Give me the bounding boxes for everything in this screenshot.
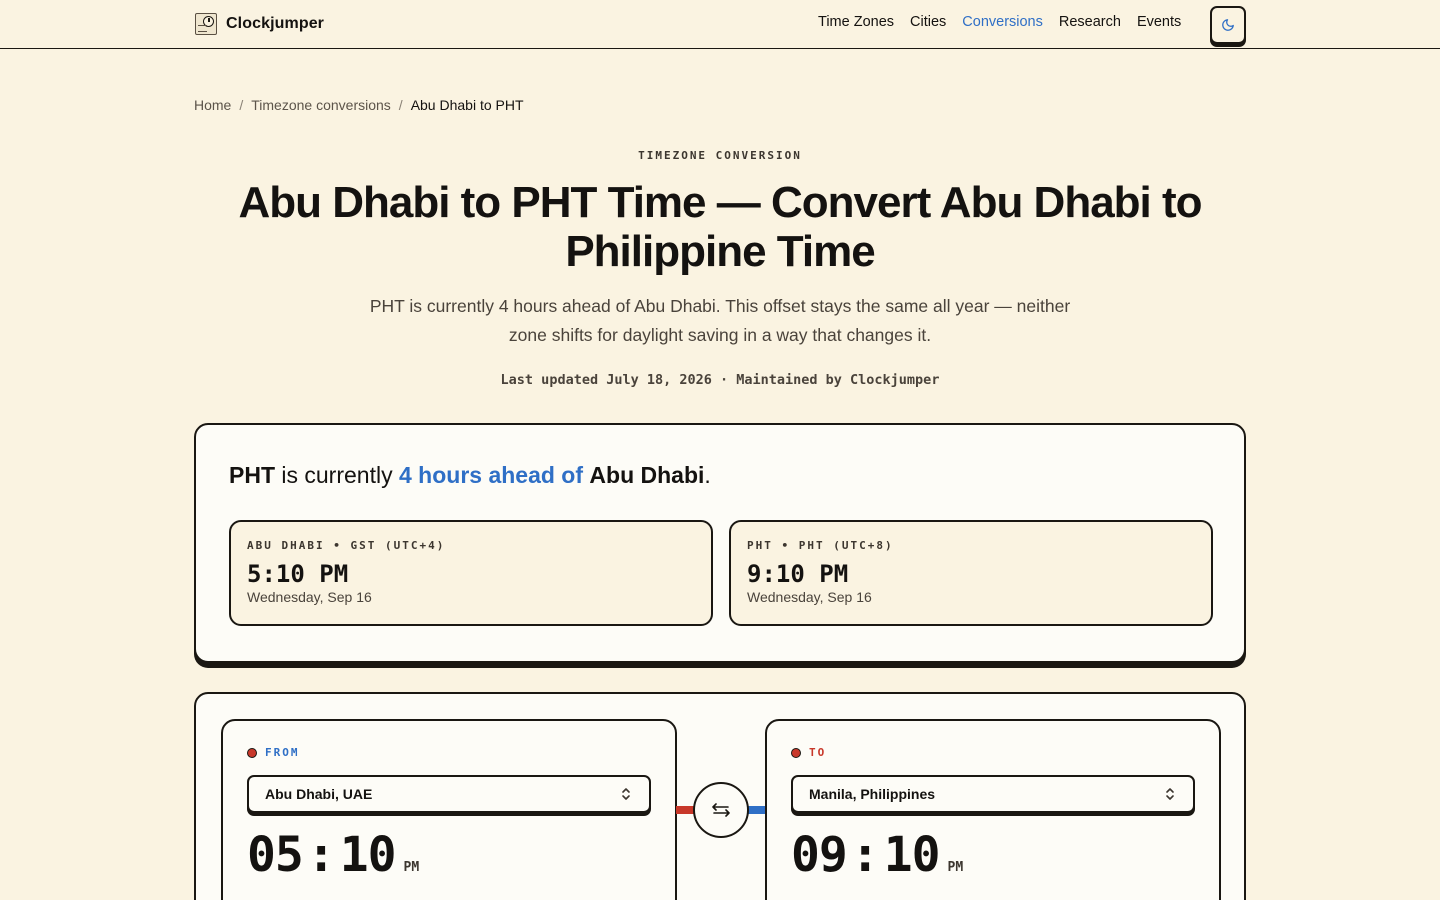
breadcrumb-current: Abu Dhabi to PHT <box>410 97 524 113</box>
target-date: Wednesday, Sep 16 <box>747 589 872 605</box>
sentence-end: . <box>704 462 711 488</box>
page-meta: Last updated July 18, 2026 · Maintained … <box>500 372 940 388</box>
from-hour[interactable]: 05 <box>247 827 304 883</box>
target-time: 9:10 PM <box>747 560 849 588</box>
source-date: Wednesday, Sep 16 <box>247 589 372 605</box>
brand-link[interactable]: Clockjumper <box>195 12 324 36</box>
page-title: Abu Dhabi to PHT Time — Convert Abu Dhab… <box>238 178 1202 276</box>
swap-arrows-icon <box>712 803 730 817</box>
from-city-value: Abu Dhabi, UAE <box>265 786 373 802</box>
offset-phrase: is currently <box>275 462 399 488</box>
from-minute[interactable]: 10 <box>340 827 397 883</box>
from-time-display[interactable]: 05 : 10 PM <box>247 827 419 883</box>
breadcrumb: Home / Timezone conversions / Abu Dhabi … <box>194 97 524 113</box>
offset-value: 4 hours ahead of <box>398 462 584 488</box>
from-label: FROM <box>265 746 300 759</box>
to-ampm[interactable]: PM <box>948 860 964 875</box>
clockjumper-logo-icon <box>195 13 217 35</box>
breadcrumb-separator: / <box>239 97 244 113</box>
from-city-select[interactable]: Abu Dhabi, UAE <box>247 775 651 813</box>
to-panel: TO Manila, Philippines 09 : 10 PM <box>765 719 1221 900</box>
time-converter: FROM Abu Dhabi, UAE 05 : 10 PM TO Manila… <box>194 692 1246 900</box>
page-lede: PHT is currently 4 hours ahead of Abu Dh… <box>369 296 1071 345</box>
source-time: 5:10 PM <box>247 560 349 588</box>
target-time-card: PHT • PHT (UTC+8) 9:10 PM Wednesday, Sep… <box>729 520 1213 626</box>
to-minute[interactable]: 10 <box>884 827 941 883</box>
from-connector <box>676 806 694 814</box>
from-heading: FROM <box>247 746 300 759</box>
time-colon: : <box>850 827 880 883</box>
theme-toggle-button[interactable] <box>1210 6 1246 44</box>
to-hour[interactable]: 09 <box>791 827 848 883</box>
to-city-value: Manila, Philippines <box>809 786 936 802</box>
source-zone-label: ABU DHABI • GST (UTC+4) <box>247 539 446 552</box>
nav-cities[interactable]: Cities <box>910 14 946 30</box>
chevron-up-down-icon <box>1166 788 1174 800</box>
breadcrumb-home[interactable]: Home <box>194 97 231 113</box>
top-navigation: Clockjumper Time Zones Cities Conversion… <box>0 0 1440 49</box>
source-zone: Abu Dhabi <box>589 462 705 488</box>
offset-sentence: PHT is currently 4 hours ahead of Abu Dh… <box>229 462 711 489</box>
nav-time-zones[interactable]: Time Zones <box>818 14 894 30</box>
to-connector <box>748 806 766 814</box>
breadcrumb-timezone-conversions[interactable]: Timezone conversions <box>251 97 391 113</box>
nav-events[interactable]: Events <box>1137 14 1181 30</box>
breadcrumb-separator: / <box>398 97 403 113</box>
moon-icon <box>1222 19 1234 31</box>
nav-research[interactable]: Research <box>1059 14 1121 30</box>
source-time-card: ABU DHABI • GST (UTC+4) 5:10 PM Wednesda… <box>229 520 713 626</box>
main-nav: Time Zones Cities Conversions Research E… <box>818 14 1181 30</box>
offset-summary-card: PHT is currently 4 hours ahead of Abu Dh… <box>194 423 1246 663</box>
to-label: TO <box>809 746 827 759</box>
page-eyebrow: TIMEZONE CONVERSION <box>638 149 802 162</box>
to-city-select[interactable]: Manila, Philippines <box>791 775 1195 813</box>
swap-zones-button[interactable] <box>693 782 749 838</box>
time-colon: : <box>306 827 336 883</box>
nav-conversions[interactable]: Conversions <box>962 14 1043 30</box>
chevron-up-down-icon <box>622 788 630 800</box>
brand-name: Clockjumper <box>226 15 325 32</box>
from-ampm[interactable]: PM <box>404 860 420 875</box>
target-zone-label: PHT • PHT (UTC+8) <box>747 539 894 552</box>
target-zone: PHT <box>229 462 275 488</box>
from-dot-icon <box>247 747 257 758</box>
to-heading: TO <box>791 746 826 759</box>
to-dot-icon <box>791 747 801 758</box>
to-time-display[interactable]: 09 : 10 PM <box>791 827 963 883</box>
from-panel: FROM Abu Dhabi, UAE 05 : 10 PM <box>221 719 677 900</box>
